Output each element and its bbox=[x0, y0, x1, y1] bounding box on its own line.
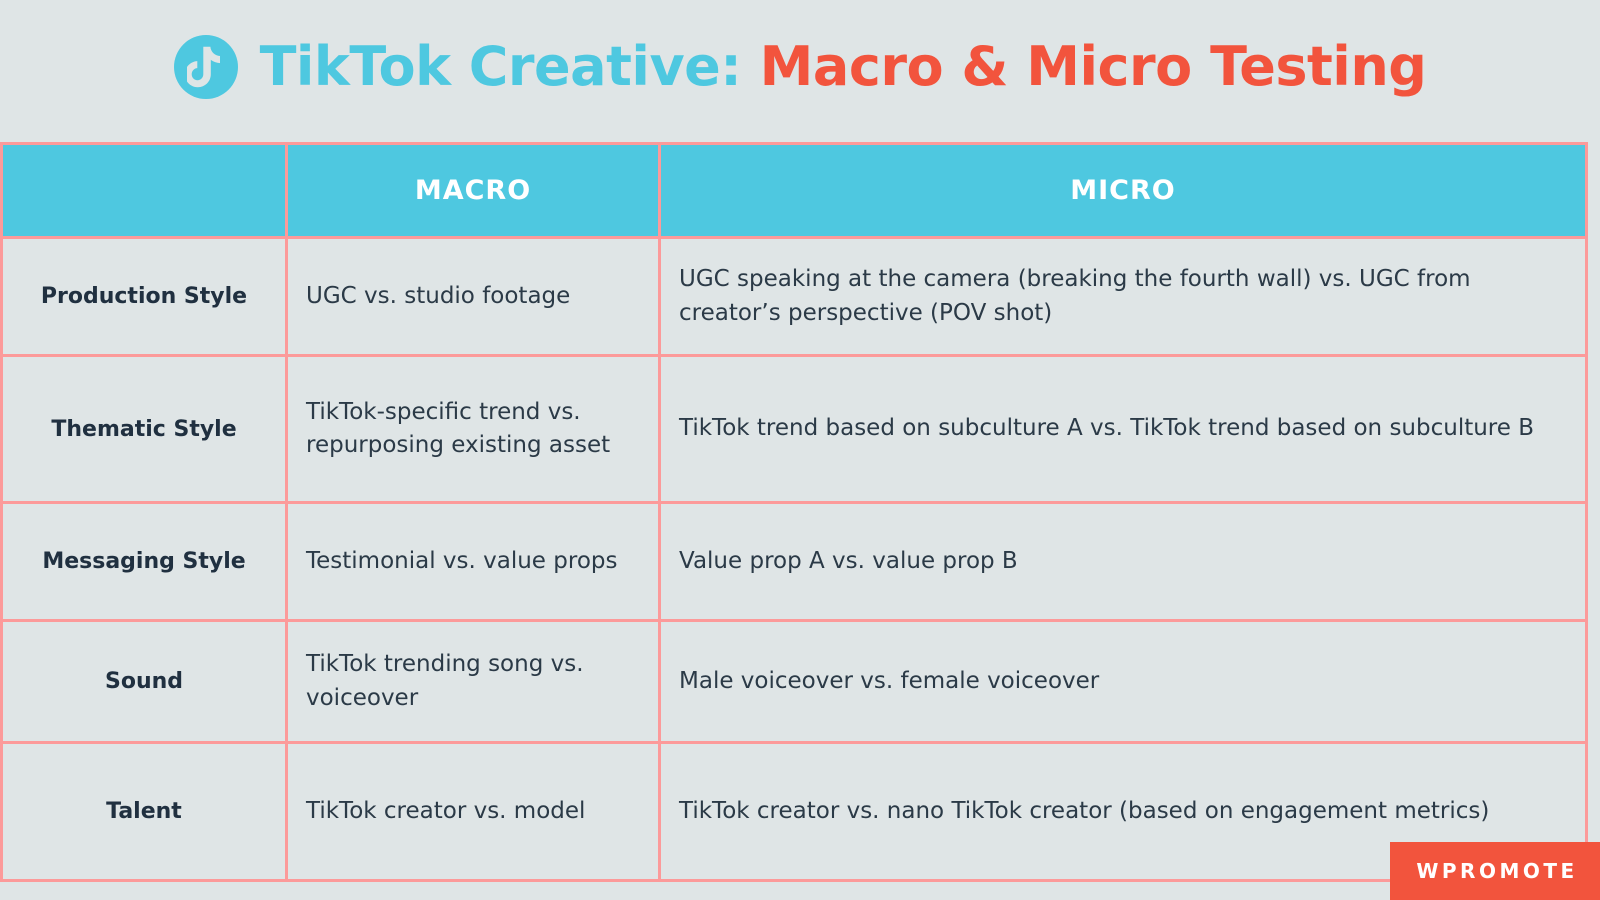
row-label-thematic-style: Thematic Style bbox=[0, 354, 288, 504]
table-row: Talent TikTok creator vs. model TikTok c… bbox=[0, 741, 1588, 882]
table-row: Sound TikTok trending song vs. voiceover… bbox=[0, 619, 1588, 744]
cell-macro-sound: TikTok trending song vs. voiceover bbox=[285, 619, 661, 744]
row-label-messaging-style: Messaging Style bbox=[0, 501, 288, 622]
cell-macro-messaging-style: Testimonial vs. value props bbox=[285, 501, 661, 622]
wpromote-logo: WPROMOTE bbox=[1390, 842, 1600, 900]
infographic-page: TikTok Creative: Macro & Micro Testing M… bbox=[0, 0, 1600, 900]
table-row: Thematic Style TikTok-specific trend vs.… bbox=[0, 354, 1588, 504]
cell-macro-thematic-style: TikTok-specific trend vs. repurposing ex… bbox=[285, 354, 661, 504]
cell-micro-sound: Male voiceover vs. female voiceover bbox=[658, 619, 1588, 744]
table-head: MACRO MICRO bbox=[0, 142, 1588, 239]
table-row: Messaging Style Testimonial vs. value pr… bbox=[0, 501, 1588, 622]
cell-micro-thematic-style: TikTok trend based on subculture A vs. T… bbox=[658, 354, 1588, 504]
tiktok-note-icon bbox=[173, 35, 238, 99]
cell-macro-talent: TikTok creator vs. model bbox=[285, 741, 661, 882]
cell-macro-production-style: UGC vs. studio footage bbox=[285, 236, 661, 357]
cell-micro-production-style: UGC speaking at the camera (breaking the… bbox=[658, 236, 1588, 357]
macro-micro-comparison-table: MACRO MICRO Production Style UGC vs. stu… bbox=[0, 142, 1588, 882]
table-header-row: MACRO MICRO bbox=[0, 142, 1588, 239]
row-label-talent: Talent bbox=[0, 741, 288, 882]
title-part-red: Macro & Micro Testing bbox=[759, 35, 1427, 98]
title-text-group: TikTok Creative: Macro & Micro Testing bbox=[260, 40, 1427, 94]
comparison-table-wrapper: MACRO MICRO Production Style UGC vs. stu… bbox=[0, 142, 1588, 882]
column-header-macro: MACRO bbox=[285, 142, 661, 239]
table-body: Production Style UGC vs. studio footage … bbox=[0, 236, 1588, 882]
page-title: TikTok Creative: Macro & Micro Testing bbox=[0, 0, 1600, 140]
row-label-sound: Sound bbox=[0, 619, 288, 744]
title-part-cyan: TikTok Creative: bbox=[259, 35, 760, 98]
row-label-production-style: Production Style bbox=[0, 236, 288, 357]
column-header-blank bbox=[0, 142, 288, 239]
cell-micro-messaging-style: Value prop A vs. value prop B bbox=[658, 501, 1588, 622]
table-row: Production Style UGC vs. studio footage … bbox=[0, 236, 1588, 357]
column-header-micro: MICRO bbox=[658, 142, 1588, 239]
